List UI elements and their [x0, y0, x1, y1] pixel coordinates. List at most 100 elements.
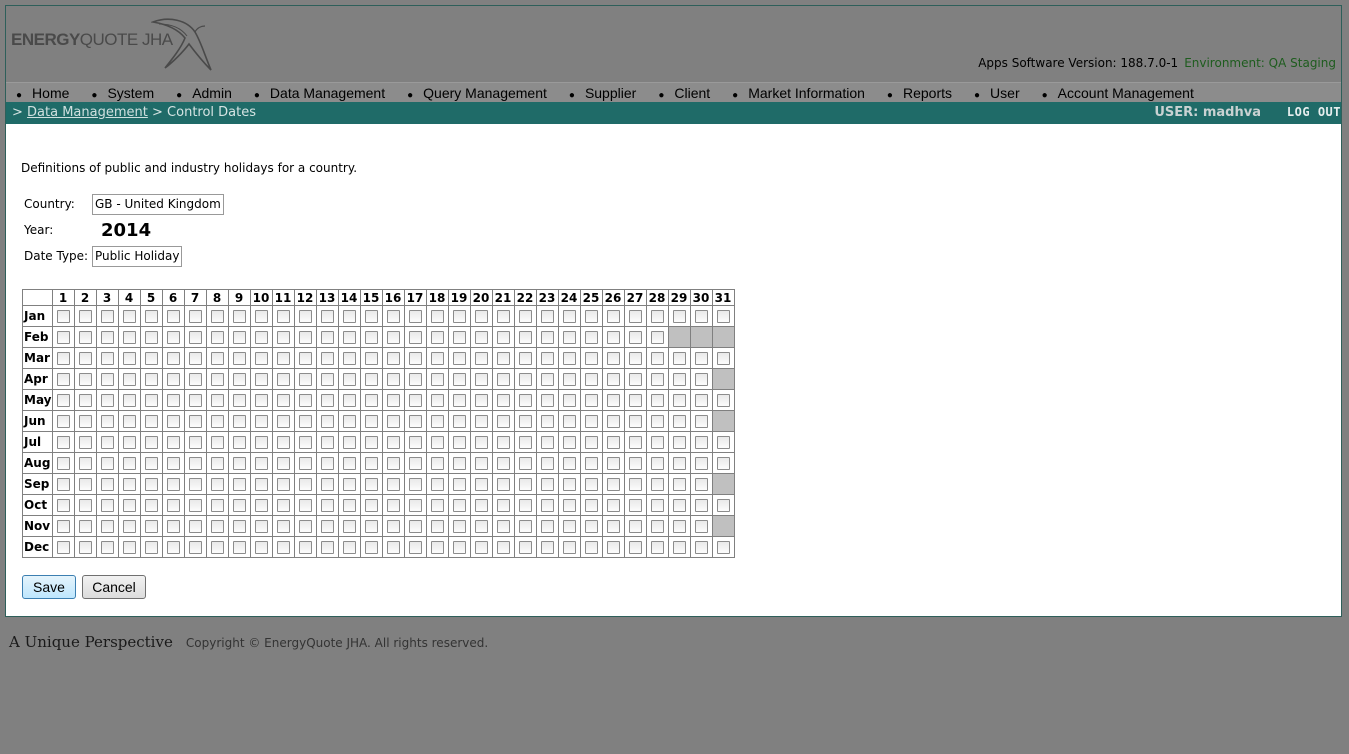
day-checkbox[interactable]: [452, 499, 466, 512]
day-checkbox[interactable]: [298, 310, 312, 323]
day-checkbox[interactable]: [232, 373, 246, 386]
day-checkbox[interactable]: [518, 499, 532, 512]
day-checkbox[interactable]: [254, 331, 268, 344]
day-checkbox[interactable]: [342, 541, 356, 554]
day-checkbox[interactable]: [276, 457, 290, 470]
day-checkbox[interactable]: [540, 415, 554, 428]
day-checkbox[interactable]: [122, 415, 136, 428]
day-checkbox[interactable]: [364, 499, 378, 512]
day-checkbox[interactable]: [650, 478, 664, 491]
day-checkbox[interactable]: [210, 478, 224, 491]
day-checkbox[interactable]: [276, 352, 290, 365]
day-checkbox[interactable]: [100, 478, 114, 491]
day-checkbox[interactable]: [540, 457, 554, 470]
day-checkbox[interactable]: [628, 541, 642, 554]
day-checkbox[interactable]: [584, 520, 598, 533]
day-checkbox[interactable]: [122, 499, 136, 512]
day-checkbox[interactable]: [298, 457, 312, 470]
day-checkbox[interactable]: [606, 478, 620, 491]
day-checkbox[interactable]: [606, 436, 620, 449]
day-checkbox[interactable]: [188, 541, 202, 554]
day-checkbox[interactable]: [254, 415, 268, 428]
day-checkbox[interactable]: [364, 310, 378, 323]
day-checkbox[interactable]: [144, 436, 158, 449]
day-checkbox[interactable]: [650, 457, 664, 470]
day-checkbox[interactable]: [188, 310, 202, 323]
day-checkbox[interactable]: [232, 436, 246, 449]
day-checkbox[interactable]: [298, 415, 312, 428]
day-checkbox[interactable]: [122, 457, 136, 470]
day-checkbox[interactable]: [166, 352, 180, 365]
day-checkbox[interactable]: [694, 478, 708, 491]
day-checkbox[interactable]: [540, 520, 554, 533]
day-checkbox[interactable]: [78, 352, 92, 365]
day-checkbox[interactable]: [452, 373, 466, 386]
day-checkbox[interactable]: [210, 541, 224, 554]
day-checkbox[interactable]: [672, 457, 686, 470]
day-checkbox[interactable]: [584, 478, 598, 491]
day-checkbox[interactable]: [100, 310, 114, 323]
day-checkbox[interactable]: [144, 352, 158, 365]
menu-item-admin[interactable]: ● Admin: [176, 85, 232, 101]
day-checkbox[interactable]: [78, 373, 92, 386]
day-checkbox[interactable]: [254, 520, 268, 533]
day-checkbox[interactable]: [342, 352, 356, 365]
day-checkbox[interactable]: [342, 478, 356, 491]
day-checkbox[interactable]: [232, 478, 246, 491]
menu-item-user[interactable]: ● User: [974, 85, 1020, 101]
day-checkbox[interactable]: [122, 541, 136, 554]
day-checkbox[interactable]: [496, 415, 510, 428]
menu-item-client[interactable]: ● Client: [658, 85, 710, 101]
day-checkbox[interactable]: [474, 373, 488, 386]
day-checkbox[interactable]: [166, 499, 180, 512]
day-checkbox[interactable]: [298, 331, 312, 344]
breadcrumb-link-data-management[interactable]: Data Management: [27, 105, 148, 120]
day-checkbox[interactable]: [474, 478, 488, 491]
day-checkbox[interactable]: [584, 310, 598, 323]
day-checkbox[interactable]: [430, 520, 444, 533]
day-checkbox[interactable]: [210, 352, 224, 365]
day-checkbox[interactable]: [496, 520, 510, 533]
day-checkbox[interactable]: [254, 310, 268, 323]
day-checkbox[interactable]: [342, 373, 356, 386]
day-checkbox[interactable]: [430, 457, 444, 470]
day-checkbox[interactable]: [342, 415, 356, 428]
day-checkbox[interactable]: [210, 499, 224, 512]
day-checkbox[interactable]: [672, 373, 686, 386]
day-checkbox[interactable]: [386, 331, 400, 344]
day-checkbox[interactable]: [540, 310, 554, 323]
day-checkbox[interactable]: [452, 436, 466, 449]
day-checkbox[interactable]: [56, 520, 70, 533]
day-checkbox[interactable]: [474, 499, 488, 512]
day-checkbox[interactable]: [276, 520, 290, 533]
day-checkbox[interactable]: [188, 373, 202, 386]
day-checkbox[interactable]: [430, 373, 444, 386]
day-checkbox[interactable]: [474, 352, 488, 365]
day-checkbox[interactable]: [78, 436, 92, 449]
day-checkbox[interactable]: [496, 436, 510, 449]
day-checkbox[interactable]: [606, 394, 620, 407]
day-checkbox[interactable]: [628, 373, 642, 386]
day-checkbox[interactable]: [452, 478, 466, 491]
day-checkbox[interactable]: [628, 310, 642, 323]
day-checkbox[interactable]: [144, 373, 158, 386]
day-checkbox[interactable]: [408, 436, 422, 449]
logout-link[interactable]: LOG OUT: [1287, 105, 1341, 119]
day-checkbox[interactable]: [672, 478, 686, 491]
day-checkbox[interactable]: [144, 499, 158, 512]
cancel-button[interactable]: Cancel: [82, 575, 146, 599]
day-checkbox[interactable]: [386, 499, 400, 512]
day-checkbox[interactable]: [650, 394, 664, 407]
day-checkbox[interactable]: [452, 520, 466, 533]
day-checkbox[interactable]: [320, 373, 334, 386]
day-checkbox[interactable]: [276, 541, 290, 554]
day-checkbox[interactable]: [672, 541, 686, 554]
day-checkbox[interactable]: [540, 541, 554, 554]
day-checkbox[interactable]: [122, 520, 136, 533]
day-checkbox[interactable]: [562, 436, 576, 449]
day-checkbox[interactable]: [254, 394, 268, 407]
day-checkbox[interactable]: [232, 457, 246, 470]
day-checkbox[interactable]: [562, 415, 576, 428]
day-checkbox[interactable]: [254, 373, 268, 386]
day-checkbox[interactable]: [584, 331, 598, 344]
